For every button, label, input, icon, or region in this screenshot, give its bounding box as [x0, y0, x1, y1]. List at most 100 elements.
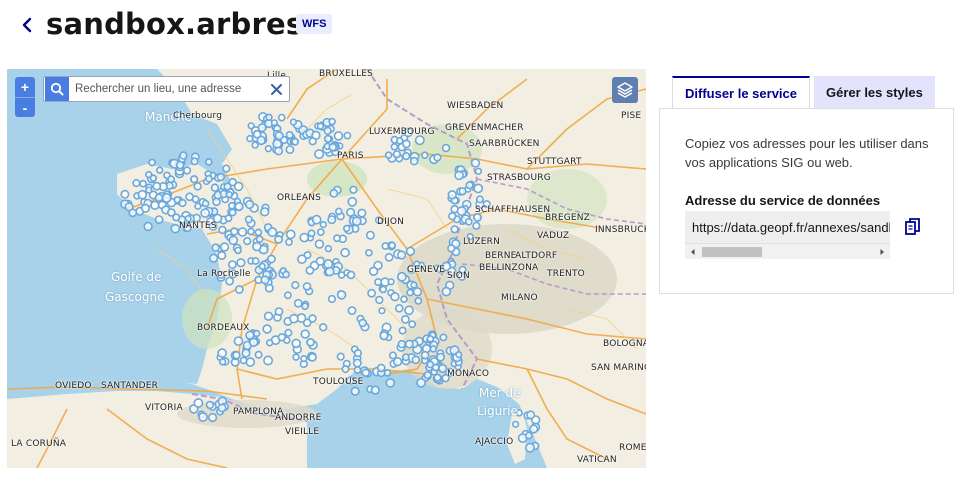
data-point[interactable] [228, 201, 236, 210]
zoom-out-button[interactable]: - [15, 97, 35, 117]
data-point[interactable] [193, 398, 204, 408]
data-point[interactable] [392, 357, 403, 367]
data-point[interactable] [529, 424, 539, 434]
data-point[interactable] [405, 246, 416, 257]
data-point[interactable] [301, 302, 309, 311]
data-point[interactable] [404, 305, 414, 316]
data-point[interactable] [145, 170, 153, 179]
data-point[interactable] [412, 287, 423, 297]
data-point[interactable] [272, 138, 283, 149]
data-point[interactable] [454, 170, 464, 181]
data-point[interactable] [285, 229, 296, 240]
data-point[interactable] [475, 195, 484, 204]
data-point[interactable] [217, 251, 227, 261]
data-point[interactable] [381, 242, 390, 250]
data-point[interactable] [205, 400, 215, 410]
data-point[interactable] [274, 234, 283, 244]
service-url-box[interactable]: https://data.geopf.fr/annexes/sandbox [685, 211, 890, 259]
data-point[interactable] [140, 203, 151, 213]
tab-diffuser-le-service[interactable]: Diffuser le service [672, 76, 811, 109]
data-point[interactable] [204, 174, 213, 183]
data-point[interactable] [414, 135, 425, 146]
data-point[interactable] [167, 175, 175, 184]
data-point[interactable] [148, 158, 156, 167]
data-point[interactable] [416, 377, 426, 388]
data-point[interactable] [249, 337, 259, 347]
data-point[interactable] [340, 247, 350, 258]
data-point[interactable] [400, 295, 408, 303]
data-point[interactable] [306, 337, 316, 347]
data-point[interactable] [154, 193, 164, 202]
data-point[interactable] [256, 135, 266, 146]
data-point[interactable] [137, 189, 148, 200]
data-point[interactable] [266, 339, 274, 347]
data-point[interactable] [251, 141, 259, 149]
data-point[interactable] [378, 307, 386, 315]
data-point[interactable] [365, 230, 375, 240]
data-point[interactable] [247, 227, 255, 236]
data-point[interactable] [450, 225, 459, 234]
data-point[interactable] [291, 281, 300, 290]
data-point[interactable] [216, 172, 226, 182]
data-point[interactable] [441, 286, 452, 297]
data-point[interactable] [237, 227, 248, 237]
data-point[interactable] [392, 150, 402, 159]
data-point[interactable] [251, 257, 260, 265]
data-point[interactable] [441, 143, 451, 153]
data-point[interactable] [351, 216, 362, 227]
data-point[interactable] [243, 237, 252, 246]
data-point[interactable] [343, 131, 352, 140]
data-point[interactable] [183, 166, 192, 175]
data-point[interactable] [225, 190, 233, 199]
data-point[interactable] [439, 333, 448, 342]
data-point[interactable] [401, 353, 410, 362]
data-point[interactable] [289, 118, 298, 126]
data-point[interactable] [245, 357, 256, 367]
data-point[interactable] [132, 178, 141, 188]
clear-search-icon[interactable] [267, 80, 285, 98]
data-point[interactable] [390, 143, 399, 151]
data-point[interactable] [474, 167, 483, 176]
scroll-left-icon[interactable] [685, 244, 701, 259]
data-point[interactable] [262, 324, 272, 334]
data-point[interactable] [300, 355, 308, 363]
data-point[interactable] [255, 235, 264, 244]
data-point[interactable] [218, 358, 227, 366]
data-point[interactable] [390, 292, 400, 302]
data-point[interactable] [455, 351, 463, 359]
data-point[interactable] [191, 195, 200, 204]
data-point[interactable] [353, 366, 362, 374]
data-point[interactable] [336, 352, 345, 361]
data-point[interactable] [300, 329, 310, 339]
data-point[interactable] [409, 156, 419, 166]
service-url-value[interactable]: https://data.geopf.fr/annexes/sandbox [692, 220, 890, 235]
data-point[interactable] [387, 278, 395, 286]
data-point[interactable] [376, 363, 386, 373]
data-point[interactable] [383, 369, 392, 377]
data-point[interactable] [525, 431, 533, 440]
data-point[interactable] [244, 215, 253, 224]
data-point[interactable] [228, 235, 239, 246]
data-point[interactable] [327, 215, 337, 225]
data-point[interactable] [361, 368, 371, 378]
data-point[interactable] [190, 157, 199, 166]
data-point[interactable] [447, 190, 457, 200]
data-point[interactable] [285, 130, 294, 139]
data-point[interactable] [473, 183, 484, 194]
data-point[interactable] [274, 307, 284, 316]
data-point[interactable] [379, 285, 388, 294]
data-point[interactable] [329, 188, 339, 198]
back-button[interactable] [16, 12, 38, 38]
data-point[interactable] [333, 234, 341, 243]
data-point[interactable] [375, 295, 384, 305]
data-point[interactable] [200, 208, 211, 218]
data-point[interactable] [211, 243, 220, 252]
data-point[interactable] [217, 348, 227, 359]
data-point[interactable] [260, 275, 270, 285]
data-point[interactable] [264, 283, 274, 293]
data-point[interactable] [470, 158, 481, 168]
data-point[interactable] [210, 183, 220, 192]
data-point[interactable] [316, 228, 325, 236]
data-point[interactable] [154, 215, 164, 224]
data-point[interactable] [227, 260, 237, 269]
